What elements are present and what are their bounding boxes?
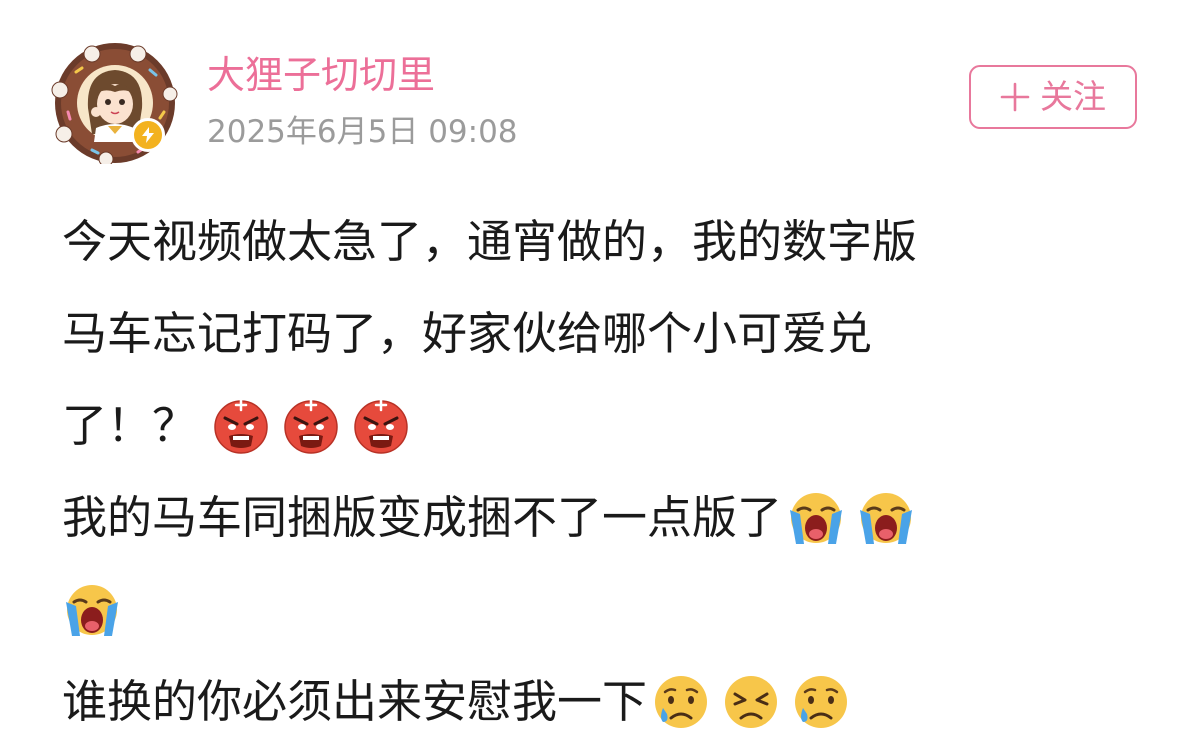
- follow-button[interactable]: 关注: [969, 65, 1137, 129]
- post-text: 我的马车同捆版变成捆不了一点版了: [62, 491, 783, 544]
- plus-icon: [1000, 82, 1030, 112]
- loudly-crying-emoji: [786, 488, 846, 548]
- post-line-1: 今天视频做太急了，通宵做的，我的数字版: [62, 196, 1142, 288]
- post-line-5: [62, 564, 1142, 656]
- post-text: 今天视频做太急了，通宵做的，我的数字版: [62, 215, 918, 268]
- angry-face-emoji: [211, 396, 271, 456]
- tired-face-emoji: [721, 672, 781, 732]
- crying-face-emoji: [651, 672, 711, 732]
- post-text: 了！？: [62, 399, 198, 452]
- post-line-6: 谁换的你必须出来安慰我一下: [62, 656, 1142, 748]
- post-text: 谁换的你必须出来安慰我一下: [62, 675, 648, 728]
- post-timestamp: 2025年6月5日 09:08: [207, 114, 518, 150]
- post-line-3: 了！？: [62, 380, 1142, 472]
- post-body: 今天视频做太急了，通宵做的，我的数字版 马车忘记打码了，好家伙给哪个小可爱兑 了…: [62, 196, 1142, 748]
- post-line-4: 我的马车同捆版变成捆不了一点版了: [62, 472, 1142, 564]
- lightning-icon: [142, 127, 154, 143]
- loudly-crying-emoji: [62, 580, 122, 640]
- loudly-crying-emoji: [856, 488, 916, 548]
- follow-label: 关注: [1040, 77, 1106, 116]
- post-line-2: 马车忘记打码了，好家伙给哪个小可爱兑: [62, 288, 1142, 380]
- crying-face-emoji: [791, 672, 851, 732]
- avatar-image: [51, 43, 178, 164]
- verified-badge: [131, 118, 165, 152]
- author-avatar[interactable]: [46, 42, 184, 164]
- post-text: 马车忘记打码了，好家伙给哪个小可爱兑: [62, 307, 873, 360]
- angry-face-emoji: [281, 396, 341, 456]
- author-name[interactable]: 大狸子切切里: [207, 52, 435, 98]
- angry-face-emoji: [351, 396, 411, 456]
